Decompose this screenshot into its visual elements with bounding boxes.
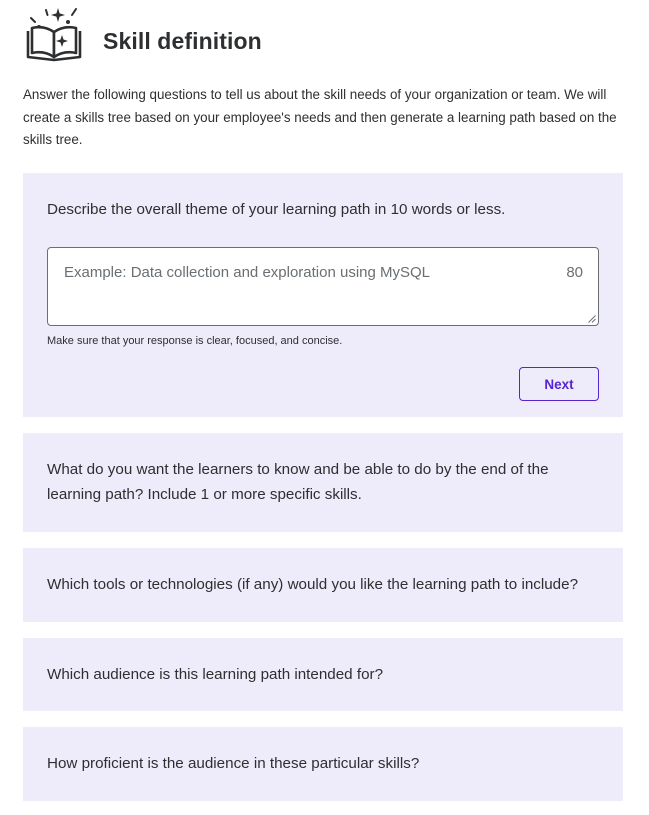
- intro-text: Answer the following questions to tell u…: [23, 87, 617, 147]
- next-button[interactable]: Next: [519, 367, 599, 401]
- theme-input-wrapper: 80: [47, 247, 599, 326]
- resize-handle-icon[interactable]: [588, 315, 596, 323]
- question-card-theme: Describe the overall theme of your learn…: [23, 173, 623, 417]
- question-prompt: Which audience is this learning path int…: [47, 666, 384, 683]
- character-counter: 80: [566, 264, 583, 281]
- page-header: [24, 6, 84, 64]
- helper-text: Make sure that your response is clear, f…: [47, 335, 343, 347]
- question-card-skills[interactable]: What do you want the learners to know an…: [23, 433, 623, 532]
- question-card-audience[interactable]: Which audience is this learning path int…: [23, 638, 623, 711]
- skill-definition-page: Skill definition Answer the following qu…: [0, 0, 649, 815]
- question-prompt: What do you want the learners to know an…: [47, 461, 549, 503]
- theme-input[interactable]: [48, 248, 598, 325]
- question-prompt: Describe the overall theme of your learn…: [47, 201, 506, 218]
- open-book-sparkle-icon: [26, 8, 82, 62]
- question-card-proficiency[interactable]: How proficient is the audience in these …: [23, 727, 623, 801]
- question-prompt: Which tools or technologies (if any) wou…: [47, 576, 579, 593]
- question-prompt: How proficient is the audience in these …: [47, 755, 420, 772]
- page-title: Skill definition: [103, 28, 262, 54]
- question-card-tools[interactable]: Which tools or technologies (if any) wou…: [23, 548, 623, 622]
